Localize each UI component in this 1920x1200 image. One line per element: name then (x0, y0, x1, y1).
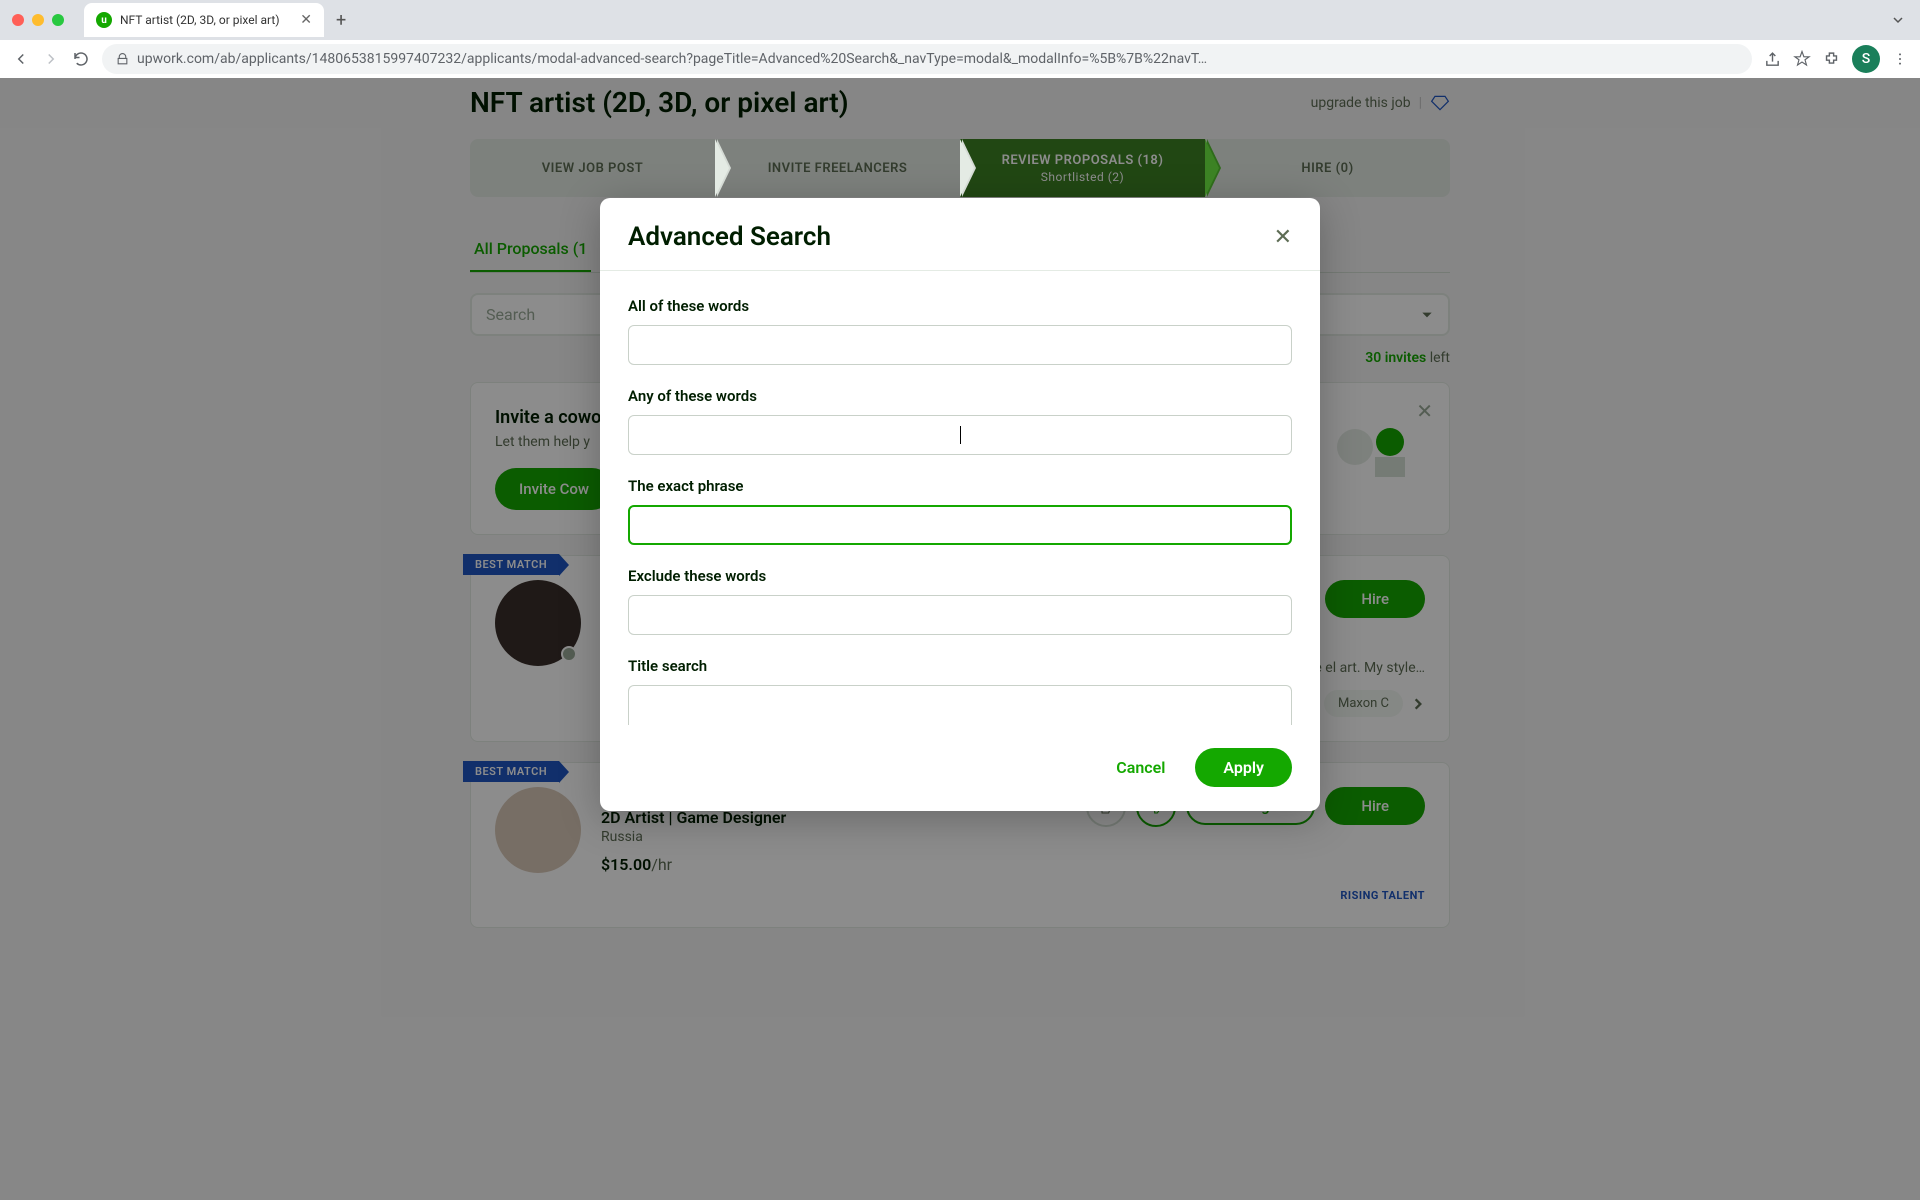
apply-button[interactable]: Apply (1195, 748, 1292, 787)
exclude-words-input[interactable] (628, 595, 1292, 635)
url-field[interactable]: upwork.com/ab/applicants/148065381599740… (102, 44, 1752, 74)
cancel-button[interactable]: Cancel (1096, 748, 1185, 787)
url-text: upwork.com/ab/applicants/148065381599740… (137, 51, 1207, 67)
exclude-words-label: Exclude these words (628, 567, 1292, 585)
back-button[interactable] (12, 50, 30, 68)
share-icon[interactable] (1764, 51, 1781, 68)
window-close[interactable] (12, 14, 24, 26)
title-search-label: Title search (628, 657, 1292, 675)
advanced-search-modal: Advanced Search ✕ All of these words Any… (600, 198, 1320, 811)
tab-title: NFT artist (2D, 3D, or pixel art) (120, 13, 292, 27)
exact-phrase-input[interactable] (628, 505, 1292, 545)
menu-icon[interactable] (1892, 51, 1908, 67)
profile-avatar[interactable]: S (1852, 45, 1880, 73)
modal-body: All of these words Any of these words Th… (600, 270, 1320, 730)
tab-bar: u NFT artist (2D, 3D, or pixel art) ✕ + (0, 0, 1920, 40)
window-maximize[interactable] (52, 14, 64, 26)
window-controls (12, 14, 64, 26)
bookmark-icon[interactable] (1793, 50, 1811, 68)
extensions-icon[interactable] (1823, 51, 1840, 68)
text-cursor (960, 426, 961, 444)
url-bar: upwork.com/ab/applicants/148065381599740… (0, 40, 1920, 78)
favicon: u (96, 12, 112, 28)
modal-close-button[interactable]: ✕ (1274, 225, 1292, 250)
lock-icon (116, 53, 129, 66)
forward-button[interactable] (42, 50, 60, 68)
tabs-dropdown-icon[interactable] (1892, 14, 1904, 26)
tab-close-icon[interactable]: ✕ (300, 12, 312, 28)
all-words-input[interactable] (628, 325, 1292, 365)
reload-button[interactable] (72, 50, 90, 68)
title-search-input[interactable] (628, 685, 1292, 725)
window-minimize[interactable] (32, 14, 44, 26)
all-words-label: All of these words (628, 297, 1292, 315)
browser-tab[interactable]: u NFT artist (2D, 3D, or pixel art) ✕ (84, 3, 324, 37)
new-tab-button[interactable]: + (336, 10, 346, 31)
exact-phrase-label: The exact phrase (628, 477, 1292, 495)
modal-overlay[interactable]: Advanced Search ✕ All of these words Any… (0, 78, 1920, 1200)
any-words-label: Any of these words (628, 387, 1292, 405)
browser-chrome: u NFT artist (2D, 3D, or pixel art) ✕ + … (0, 0, 1920, 78)
modal-title: Advanced Search (628, 222, 831, 252)
